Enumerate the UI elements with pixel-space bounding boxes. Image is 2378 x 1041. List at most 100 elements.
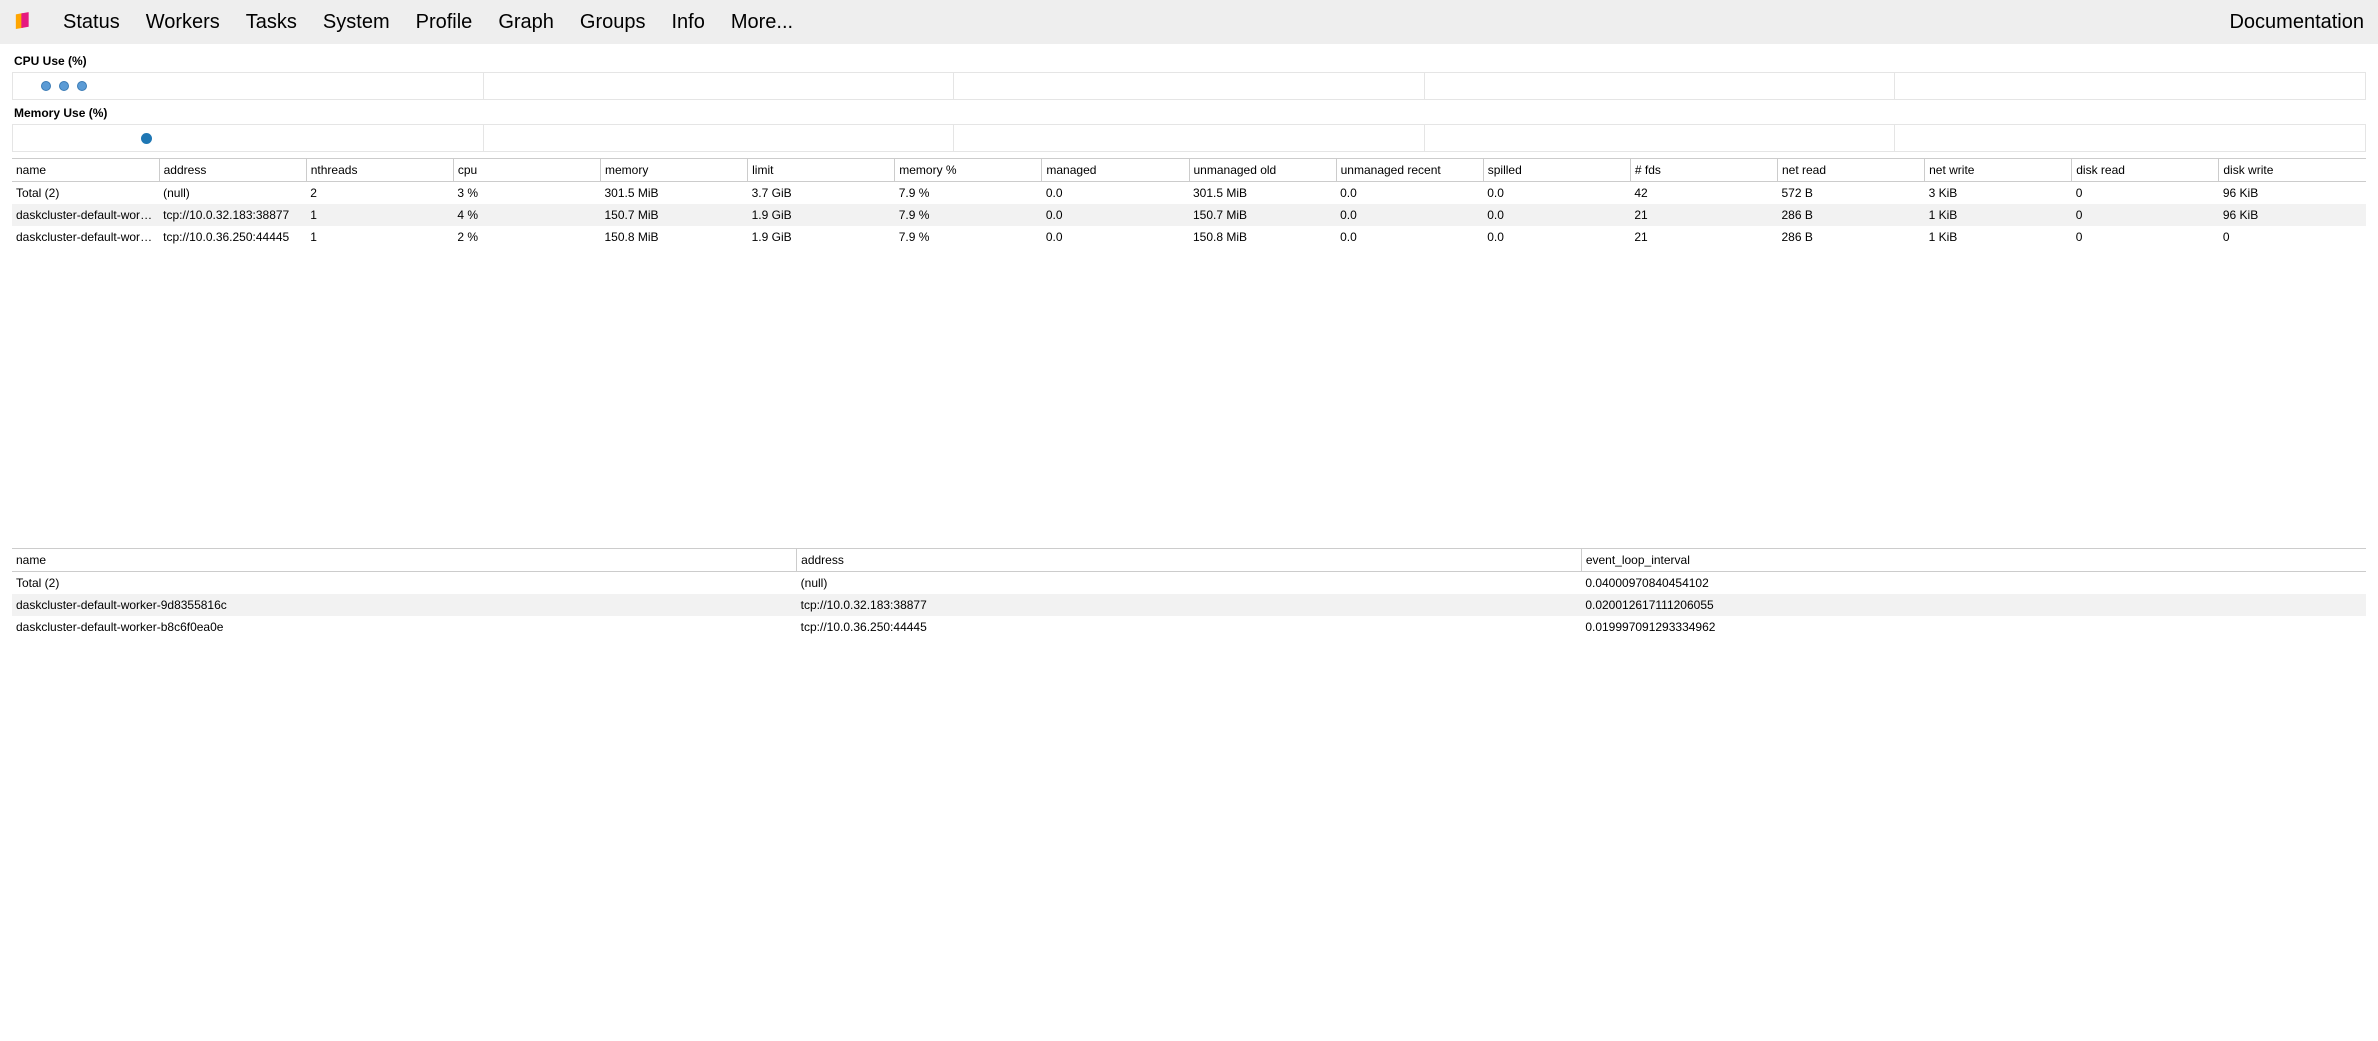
mem-chart-cell-1 (13, 125, 484, 151)
col-memory-pct[interactable]: memory % (895, 159, 1042, 182)
table-cell: 1 KiB (1925, 226, 2072, 248)
col-cpu[interactable]: cpu (453, 159, 600, 182)
table-row[interactable]: daskcluster-default-worker-b8c6f0ea0etcp… (12, 616, 2366, 638)
table-cell: daskcluster-default-worker-9d8355816c (12, 594, 797, 616)
col-address[interactable]: address (159, 159, 306, 182)
col-event-loop[interactable]: event_loop_interval (1581, 549, 2366, 572)
nav-profile[interactable]: Profile (403, 11, 486, 34)
table-cell: daskcluster-default-worker (12, 204, 159, 226)
col-nthreads[interactable]: nthreads (306, 159, 453, 182)
table-cell: 0.0 (1483, 182, 1630, 205)
nav-more[interactable]: More... (718, 11, 806, 34)
col-spilled[interactable]: spilled (1483, 159, 1630, 182)
nav-workers[interactable]: Workers (133, 11, 233, 34)
table-cell: daskcluster-default-worker (12, 226, 159, 248)
table-row[interactable]: Total (2)(null)0.04000970840454102 (12, 572, 2366, 595)
cpu-chart-cell-3 (954, 73, 1425, 99)
nav-tasks[interactable]: Tasks (233, 11, 310, 34)
table-row[interactable]: daskcluster-default-worker-9d8355816ctcp… (12, 594, 2366, 616)
table-cell: 286 B (1778, 204, 1925, 226)
cpu-dot-icon (59, 81, 69, 91)
table-cell: 0 (2072, 226, 2219, 248)
cpu-chart-title: CPU Use (%) (12, 54, 2366, 68)
table-cell: 42 (1630, 182, 1777, 205)
spacer (12, 258, 2366, 548)
mem-chart-cell-5 (1895, 125, 2365, 151)
table-cell: daskcluster-default-worker-b8c6f0ea0e (12, 616, 797, 638)
col-unmanaged-old[interactable]: unmanaged old (1189, 159, 1336, 182)
table-cell: 301.5 MiB (1189, 182, 1336, 205)
table-cell: tcp://10.0.32.183:38877 (159, 204, 306, 226)
table-cell: 3.7 GiB (748, 182, 895, 205)
table-cell: tcp://10.0.36.250:44445 (159, 226, 306, 248)
table-cell: 2 (306, 182, 453, 205)
col-managed[interactable]: managed (1042, 159, 1189, 182)
col-disk-write[interactable]: disk write (2219, 159, 2366, 182)
nav-info[interactable]: Info (659, 11, 718, 34)
table-cell: 150.7 MiB (1189, 204, 1336, 226)
col-limit[interactable]: limit (748, 159, 895, 182)
nav-system[interactable]: System (310, 11, 403, 34)
cpu-dot-icon (77, 81, 87, 91)
table-cell: tcp://10.0.36.250:44445 (797, 616, 1582, 638)
table-cell: 0.0 (1042, 182, 1189, 205)
nav-groups[interactable]: Groups (567, 11, 659, 34)
table-cell: 4 % (453, 204, 600, 226)
cpu-chart-cell-1 (13, 73, 484, 99)
col-net-write[interactable]: net write (1925, 159, 2072, 182)
table-cell: 150.8 MiB (1189, 226, 1336, 248)
nav-graph[interactable]: Graph (485, 11, 567, 34)
table-cell: 0.0 (1483, 226, 1630, 248)
table-row[interactable]: daskcluster-default-workertcp://10.0.32.… (12, 204, 2366, 226)
cpu-chart-cell-4 (1425, 73, 1896, 99)
table-cell: 0.0 (1042, 226, 1189, 248)
workers-table-header-row: name address nthreads cpu memory limit m… (12, 159, 2366, 182)
col-memory[interactable]: memory (601, 159, 748, 182)
workers-table: name address nthreads cpu memory limit m… (12, 158, 2366, 248)
table-cell: (null) (797, 572, 1582, 595)
table-cell: 0 (2072, 182, 2219, 205)
table-cell: 0.0 (1042, 204, 1189, 226)
table-cell: 1 (306, 204, 453, 226)
table-cell: 0.04000970840454102 (1581, 572, 2366, 595)
cpu-chart-section: CPU Use (%) (12, 54, 2366, 100)
cpu-dot-icon (41, 81, 51, 91)
col-name-2[interactable]: name (12, 549, 797, 572)
cpu-chart-row (12, 72, 2366, 100)
table-cell: 3 KiB (1925, 182, 2072, 205)
table-cell: 1 (306, 226, 453, 248)
col-fds[interactable]: # fds (1630, 159, 1777, 182)
content: CPU Use (%) Memory Use (%) (0, 44, 2378, 638)
table-cell: 7.9 % (895, 182, 1042, 205)
table-cell: 301.5 MiB (601, 182, 748, 205)
dask-logo-icon[interactable] (14, 11, 36, 33)
table-cell: 0.0 (1336, 204, 1483, 226)
cpu-chart-cell-2 (484, 73, 955, 99)
col-name[interactable]: name (12, 159, 159, 182)
mem-chart-cell-4 (1425, 125, 1896, 151)
table-cell: 21 (1630, 226, 1777, 248)
mem-chart-row (12, 124, 2366, 152)
table-cell: tcp://10.0.32.183:38877 (797, 594, 1582, 616)
table-row[interactable]: daskcluster-default-workertcp://10.0.36.… (12, 226, 2366, 248)
table-cell: 286 B (1778, 226, 1925, 248)
nav-status[interactable]: Status (50, 11, 133, 34)
table-cell: 0 (2219, 226, 2366, 248)
cpu-chart-cell-5 (1895, 73, 2365, 99)
col-disk-read[interactable]: disk read (2072, 159, 2219, 182)
table-cell: 3 % (453, 182, 600, 205)
mem-chart-cell-2 (484, 125, 955, 151)
documentation-link[interactable]: Documentation (2229, 11, 2364, 34)
col-unmanaged-recent[interactable]: unmanaged recent (1336, 159, 1483, 182)
table-cell: 1.9 GiB (748, 204, 895, 226)
col-address-2[interactable]: address (797, 549, 1582, 572)
table-cell: 7.9 % (895, 226, 1042, 248)
mem-chart-cell-3 (954, 125, 1425, 151)
table-row[interactable]: Total (2)(null)23 %301.5 MiB3.7 GiB7.9 %… (12, 182, 2366, 205)
table-cell: 150.8 MiB (601, 226, 748, 248)
col-net-read[interactable]: net read (1778, 159, 1925, 182)
table-cell: 96 KiB (2219, 182, 2366, 205)
table-cell: 2 % (453, 226, 600, 248)
mem-dot-icon (141, 133, 152, 144)
table-cell: 7.9 % (895, 204, 1042, 226)
